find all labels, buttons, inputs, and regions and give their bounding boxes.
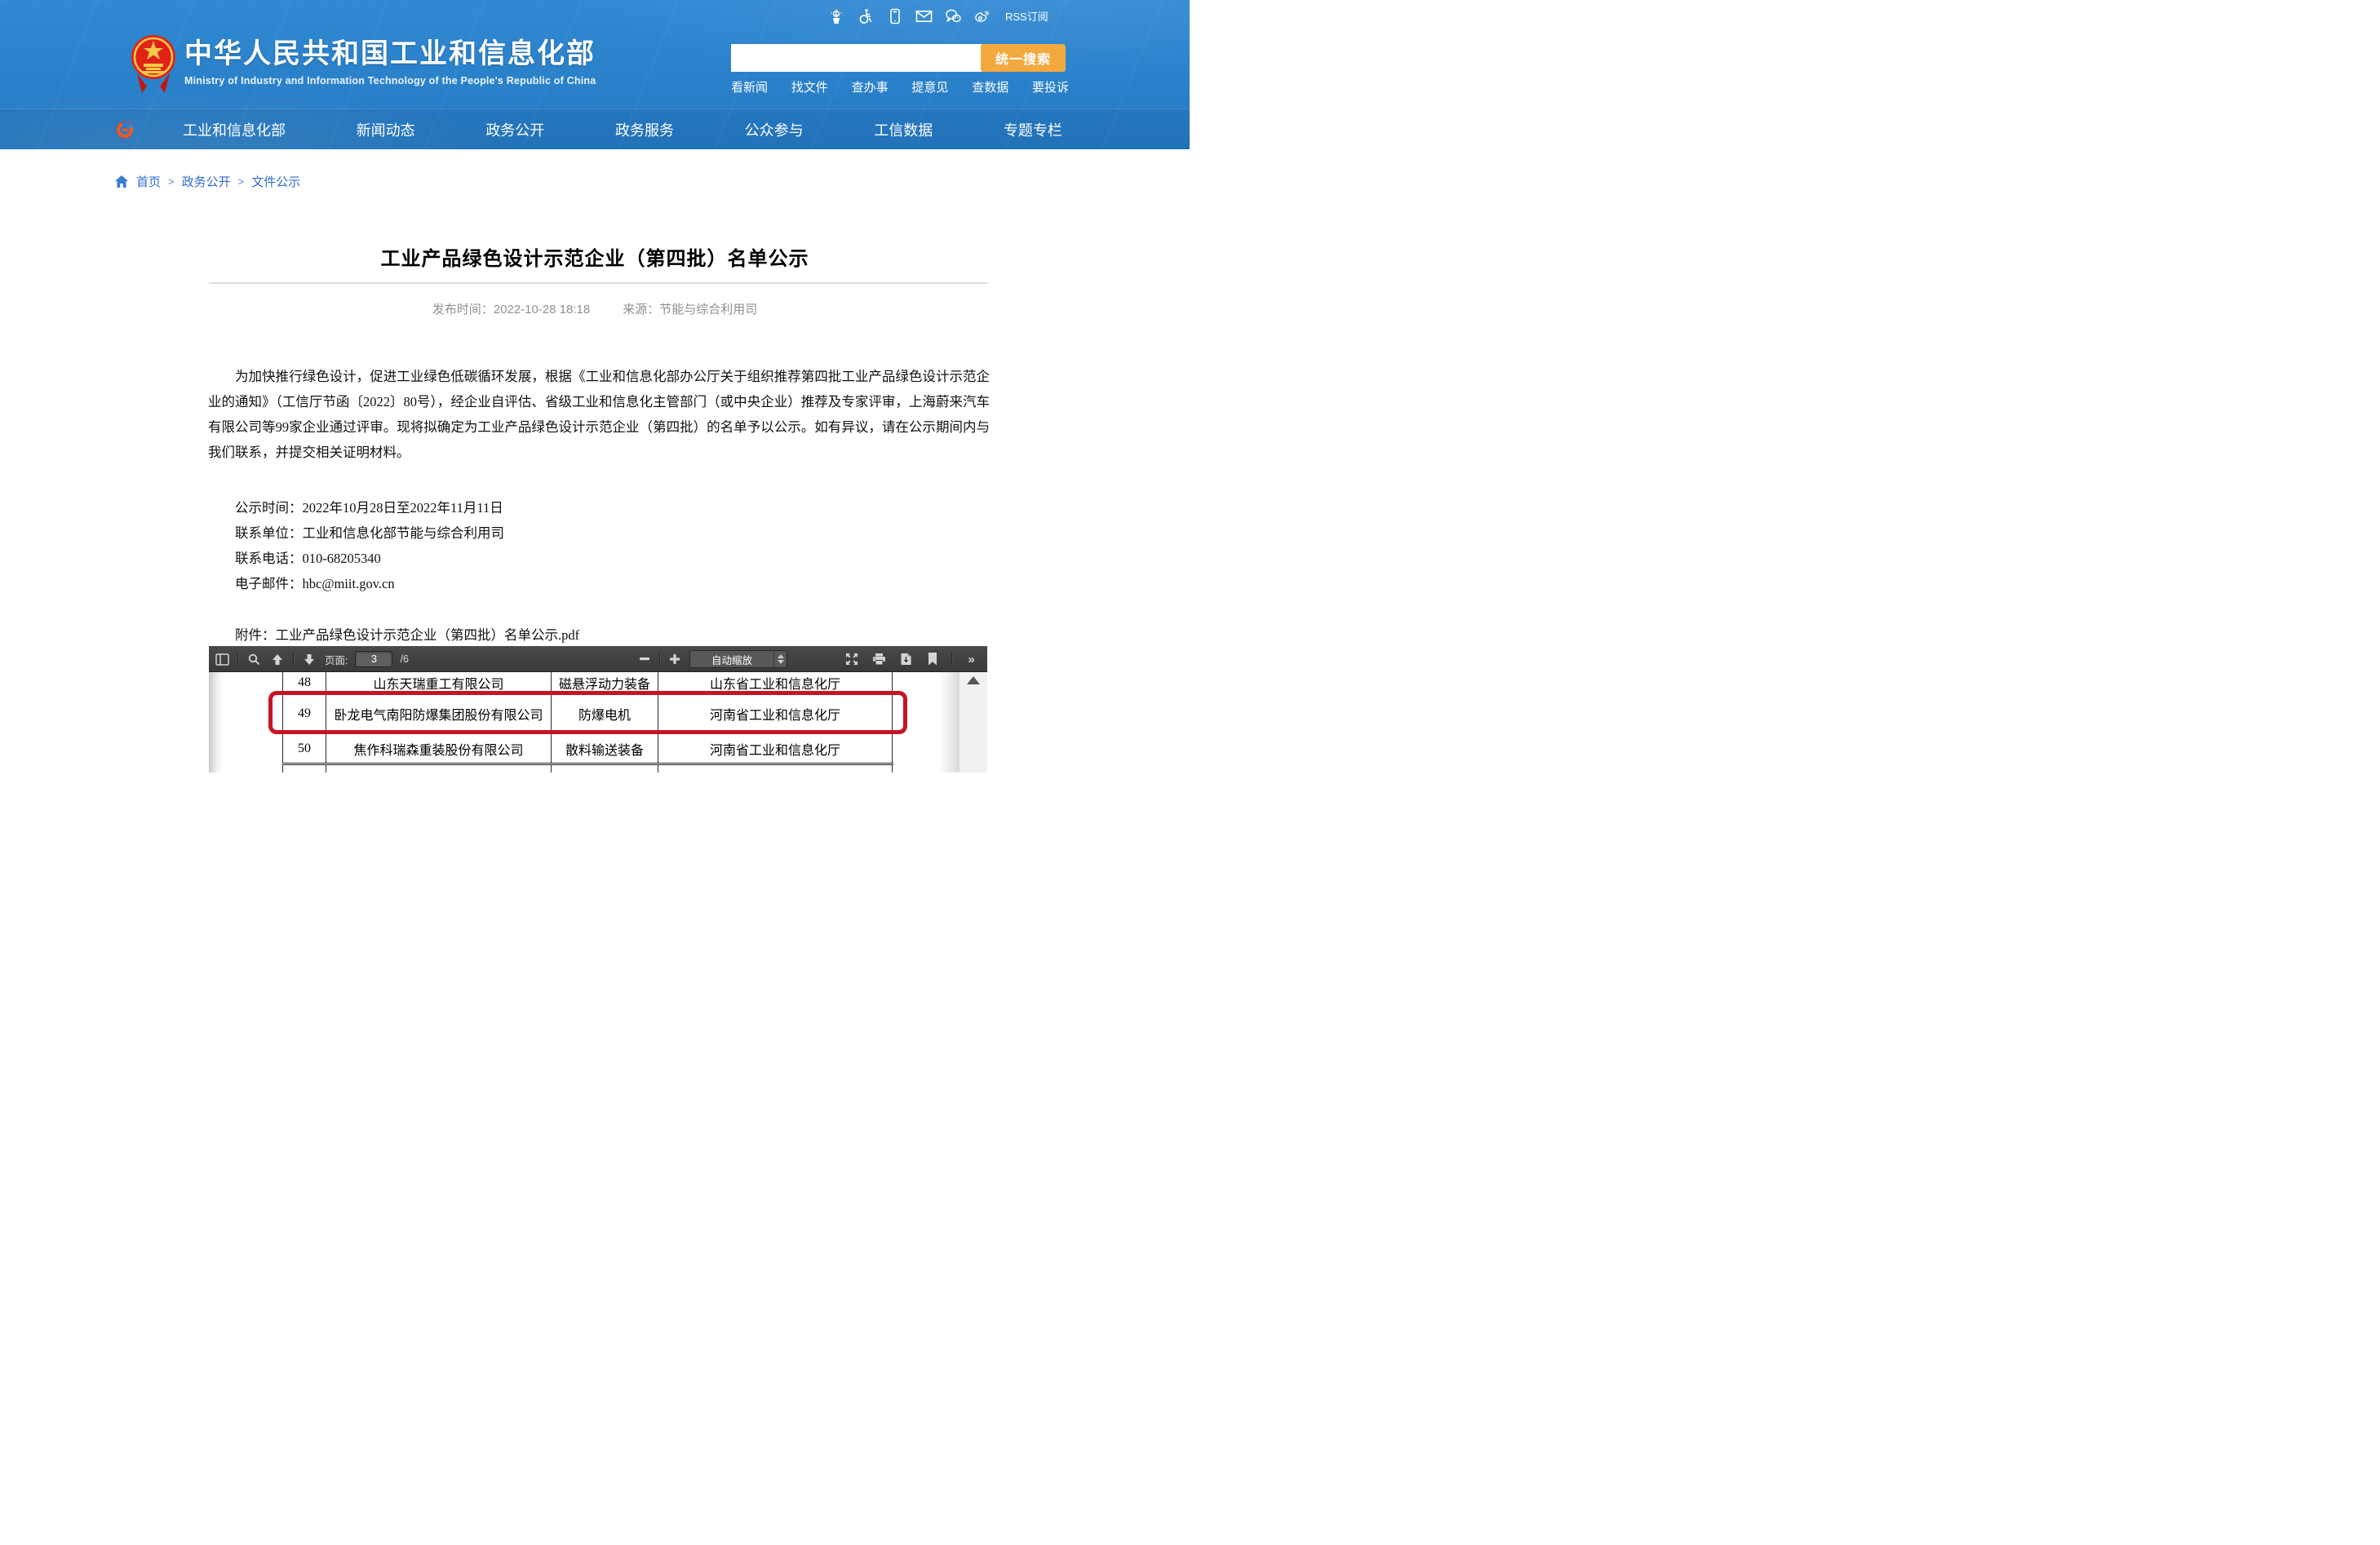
main-nav: 工业和信息化部 新闻动态 政务公开 政务服务 公众参与 工信数据 专题专栏 bbox=[0, 108, 1190, 149]
nav-item-gov-open[interactable]: 政务公开 bbox=[485, 119, 544, 140]
row-no: 48 bbox=[282, 672, 326, 693]
quick-link-news[interactable]: 看新闻 bbox=[731, 78, 768, 95]
row-company: 卧龙电气南阳防爆集团股份有限公司 bbox=[326, 693, 551, 733]
row-department: 河南省工业和信息化厅 bbox=[658, 734, 893, 763]
quick-link-feedback[interactable]: 提意见 bbox=[911, 78, 948, 95]
row-department: 山东省工业和信息化厅 bbox=[658, 672, 893, 693]
row-product: 散料输送装备 bbox=[551, 734, 658, 763]
publish-time-value: 2022-10-28 18:18 bbox=[494, 303, 590, 317]
robot-assistant-icon[interactable] bbox=[827, 7, 844, 24]
header-top: 中华人民共和国工业和信息化部 Ministry of Industry and … bbox=[0, 0, 1190, 108]
pdf-page-view: 48 山东天瑞重工有限公司 磁悬浮动力装备 山东省工业和信息化厅 49 卧龙电气… bbox=[209, 672, 987, 772]
pdf-scrollbar[interactable] bbox=[960, 672, 987, 772]
title-divider bbox=[209, 282, 987, 284]
zoom-out-icon[interactable] bbox=[636, 650, 653, 668]
print-icon[interactable] bbox=[871, 650, 887, 668]
nav-item-topics[interactable]: 专题专栏 bbox=[1004, 119, 1062, 140]
breadcrumb-separator: > bbox=[238, 175, 245, 188]
nav-items: 工业和信息化部 新闻动态 政务公开 政务服务 公众参与 工信数据 专题专栏 bbox=[183, 109, 1062, 149]
search-input[interactable] bbox=[731, 44, 982, 72]
quick-links: 看新闻 找文件 查办事 提意见 查数据 要投诉 bbox=[731, 78, 1069, 95]
breadcrumb-file-notice[interactable]: 文件公示 bbox=[251, 173, 300, 190]
table-row-partial bbox=[282, 765, 893, 772]
contact-info-block: 公示时间：2022年10月28日至2022年11月11日 联系单位：工业和信息化… bbox=[208, 495, 990, 596]
page-shadow-right bbox=[938, 672, 960, 772]
attachment-line: 附件：工业产品绿色设计示范企业（第四批）名单公示.pdf bbox=[208, 624, 990, 644]
breadcrumb-home[interactable]: 首页 bbox=[136, 173, 161, 190]
presentation-mode-icon[interactable] bbox=[844, 650, 860, 668]
weibo-icon[interactable] bbox=[974, 7, 991, 24]
quick-link-complaint[interactable]: 要投诉 bbox=[1032, 78, 1069, 95]
mobile-icon[interactable] bbox=[886, 7, 903, 24]
table-row: 50 焦作科瑞森重装股份有限公司 散料输送装备 河南省工业和信息化厅 bbox=[282, 734, 893, 765]
breadcrumb-separator: > bbox=[168, 175, 175, 188]
zoom-mode-select[interactable]: 自动缩放 bbox=[689, 650, 787, 668]
nav-item-participation[interactable]: 公众参与 bbox=[745, 119, 804, 140]
pdf-toolbar: 页面: /6 自动缩放 bbox=[209, 646, 987, 672]
page-number-input[interactable] bbox=[355, 651, 392, 667]
download-icon[interactable] bbox=[897, 650, 914, 668]
row-company: 焦作科瑞森重装股份有限公司 bbox=[326, 734, 551, 763]
next-page-icon[interactable] bbox=[301, 650, 317, 668]
nav-item-miit[interactable]: 工业和信息化部 bbox=[183, 119, 286, 140]
national-emblem-logo bbox=[131, 33, 176, 96]
row-department: 河南省工业和信息化厅 bbox=[658, 693, 893, 733]
attachment-label: 附件： bbox=[235, 627, 276, 643]
contact-unit-line: 联系单位：工业和信息化部节能与综合利用司 bbox=[208, 520, 990, 546]
page-label: 页面: bbox=[325, 652, 348, 667]
page: 中华人民共和国工业和信息化部 Ministry of Industry and … bbox=[0, 0, 1190, 772]
contact-phone-line: 联系电话：010-68205340 bbox=[208, 546, 990, 571]
previous-page-icon[interactable] bbox=[269, 650, 286, 668]
miit-e-logo bbox=[116, 120, 135, 139]
zoom-in-icon[interactable] bbox=[667, 650, 683, 668]
find-icon[interactable] bbox=[246, 650, 262, 668]
toolbar-more-tools-icon[interactable]: » bbox=[963, 650, 979, 668]
page-total: /6 bbox=[400, 653, 408, 665]
ministry-title: 中华人民共和国工业和信息化部 bbox=[184, 38, 596, 70]
breadcrumb-gov-open[interactable]: 政务公开 bbox=[182, 173, 231, 190]
source-label: 来源： bbox=[623, 303, 659, 317]
site-header: 中华人民共和国工业和信息化部 Ministry of Industry and … bbox=[0, 0, 1190, 149]
row-product: 磁悬浮动力装备 bbox=[551, 672, 658, 693]
row-no: 50 bbox=[282, 734, 326, 763]
pdf-viewer: 页面: /6 自动缩放 bbox=[209, 646, 987, 772]
ministry-subtitle-en: Ministry of Industry and Information Tec… bbox=[184, 75, 596, 86]
table-row: 48 山东天瑞重工有限公司 磁悬浮动力装备 山东省工业和信息化厅 bbox=[282, 672, 893, 693]
mail-icon[interactable] bbox=[915, 7, 933, 24]
home-icon[interactable] bbox=[114, 175, 129, 188]
scroll-up-icon[interactable] bbox=[967, 676, 980, 684]
breadcrumb: 首页 > 政务公开 > 文件公示 bbox=[114, 173, 300, 190]
bookmark-icon[interactable] bbox=[924, 650, 941, 668]
nav-item-data[interactable]: 工信数据 bbox=[874, 119, 933, 140]
source-value: 节能与综合利用司 bbox=[659, 303, 757, 317]
quick-link-services[interactable]: 查办事 bbox=[852, 78, 889, 95]
article-paragraph: 为加快推行绿色设计，促进工业绿色低碳循环发展，根据《工业和信息化部办公厅关于组织… bbox=[208, 364, 990, 465]
rss-subscribe-link[interactable]: RSS订阅 bbox=[1005, 8, 1048, 24]
row-no: 49 bbox=[282, 693, 326, 733]
quick-link-data[interactable]: 查数据 bbox=[972, 78, 1008, 95]
search-bar: 统一搜索 bbox=[731, 44, 1066, 72]
top-icon-bar: RSS订阅 bbox=[827, 7, 1048, 24]
row-company: 山东天瑞重工有限公司 bbox=[326, 672, 551, 693]
page-title: 工业产品绿色设计示范企业（第四批）名单公示 bbox=[0, 242, 1190, 271]
table-row-highlighted: 49 卧龙电气南阳防爆集团股份有限公司 防爆电机 河南省工业和信息化厅 bbox=[282, 693, 893, 734]
notice-period-line: 公示时间：2022年10月28日至2022年11月11日 bbox=[208, 495, 990, 520]
wechat-icon[interactable] bbox=[945, 7, 962, 24]
attachment-pdf-link[interactable]: 工业产品绿色设计示范企业（第四批）名单公示.pdf bbox=[276, 627, 580, 643]
row-product: 防爆电机 bbox=[551, 693, 658, 733]
quick-link-files[interactable]: 找文件 bbox=[791, 78, 828, 95]
sidebar-toggle-icon[interactable] bbox=[214, 650, 230, 668]
zoom-select-spinner-icon bbox=[773, 651, 787, 667]
publish-time-label: 发布时间： bbox=[432, 303, 494, 317]
accessibility-icon[interactable] bbox=[857, 7, 874, 24]
unified-search-button[interactable]: 统一搜索 bbox=[981, 44, 1066, 72]
nav-item-news[interactable]: 新闻动态 bbox=[357, 119, 415, 140]
pdf-table: 48 山东天瑞重工有限公司 磁悬浮动力装备 山东省工业和信息化厅 49 卧龙电气… bbox=[282, 672, 893, 772]
zoom-mode-value: 自动缩放 bbox=[690, 652, 773, 667]
ministry-title-block: 中华人民共和国工业和信息化部 Ministry of Industry and … bbox=[184, 38, 596, 86]
page-shadow-left bbox=[209, 672, 223, 772]
contact-email-line: 电子邮件：hbc@miit.gov.cn bbox=[208, 571, 990, 596]
nav-item-gov-service[interactable]: 政务服务 bbox=[615, 119, 674, 140]
article-meta: 发布时间：2022-10-28 18:18 来源：节能与综合利用司 bbox=[0, 300, 1190, 317]
